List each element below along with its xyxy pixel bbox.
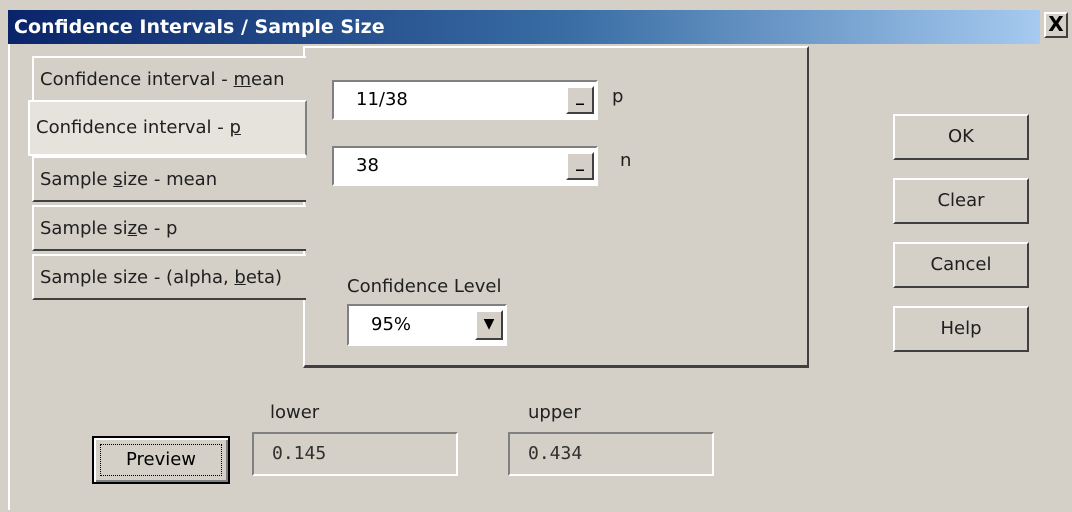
n-label: n — [620, 150, 632, 171]
n-minimize-button[interactable]: _ — [566, 152, 594, 180]
lower-label: lower — [270, 402, 320, 423]
upper-value: 0.434 — [508, 432, 714, 476]
n-input[interactable]: 38 _ — [332, 146, 598, 186]
cancel-button[interactable]: Cancel — [893, 242, 1029, 288]
tab-sample-size-mean[interactable]: Sample size - mean — [32, 156, 306, 202]
confidence-level-select[interactable]: 95% ▼ — [347, 304, 507, 346]
tab-confidence-interval-p[interactable]: Confidence interval - p — [28, 100, 307, 156]
preview-button[interactable]: Preview — [92, 436, 230, 484]
confidence-level-label: Confidence Level — [347, 276, 502, 297]
lower-value: 0.145 — [252, 432, 458, 476]
upper-label: upper — [528, 402, 581, 423]
chevron-down-icon[interactable]: ▼ — [475, 310, 503, 340]
tab-confidence-interval-mean[interactable]: Confidence interval - mean — [32, 56, 306, 102]
tab-sample-size-p[interactable]: Sample size - p — [32, 205, 306, 251]
minimize-icon: _ — [576, 86, 584, 105]
p-input[interactable]: 11/38 _ — [332, 80, 598, 120]
close-button[interactable]: X — [1044, 12, 1068, 38]
minimize-icon: _ — [576, 152, 584, 171]
ok-button[interactable]: OK — [893, 114, 1029, 160]
p-label: p — [612, 86, 624, 107]
tab-sample-size-alpha-beta[interactable]: Sample size - (alpha, beta) — [32, 254, 306, 300]
p-minimize-button[interactable]: _ — [566, 86, 594, 114]
help-button[interactable]: Help — [893, 306, 1029, 352]
close-icon: X — [1048, 12, 1064, 36]
window-border — [8, 44, 10, 510]
window-title: Confidence Intervals / Sample Size — [8, 10, 1040, 44]
clear-button[interactable]: Clear — [893, 178, 1029, 224]
